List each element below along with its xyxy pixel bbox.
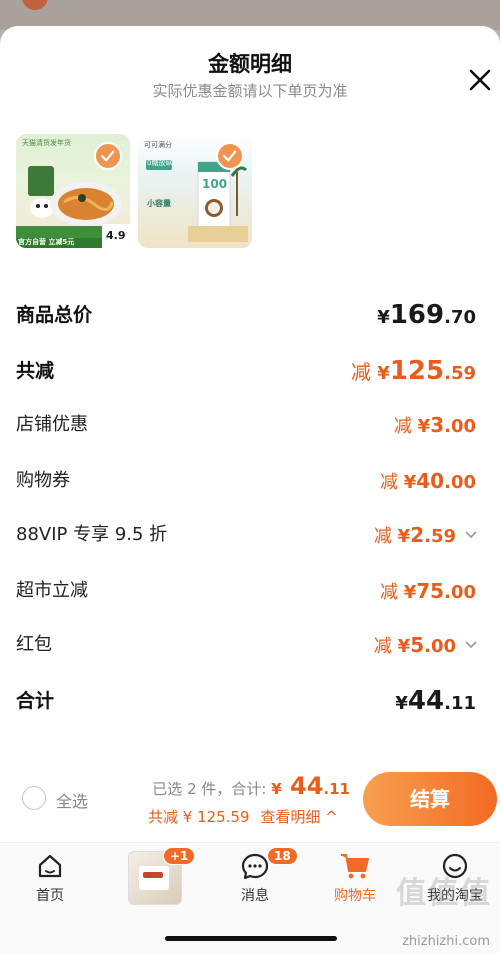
- product-top-text: 天猫清货发年货: [22, 139, 71, 147]
- home-icon: [38, 854, 62, 878]
- selected-summary: 已选 2 件，合计: ¥ 44.11: [152, 772, 350, 800]
- tab-label: 购物车: [334, 888, 376, 904]
- watermark-text: zhizhizhi.com: [402, 934, 490, 949]
- row-amount: 减 ¥75.00: [380, 579, 476, 603]
- watermark-logo: 值值值: [396, 876, 492, 911]
- row-amount: 减 ¥40.00: [380, 469, 476, 493]
- row-supermarket-discount: 超市立减 减 ¥75.00: [16, 574, 478, 608]
- cart-add-badge: +1: [163, 847, 196, 865]
- row-amount: 减 ¥125.59: [350, 356, 476, 386]
- product-brand: 可可满分: [144, 141, 172, 149]
- tab-cart[interactable]: 购物车: [305, 843, 405, 923]
- sheet-title: 金额明细: [208, 52, 292, 76]
- row-amount: ¥44.11: [395, 686, 476, 716]
- row-amount: 减 ¥3.00: [393, 413, 476, 437]
- discount-text: 共减 ¥ 125.59: [148, 808, 250, 826]
- coconut-milk-carton-image: 100: [188, 161, 248, 242]
- product-tag-zero-sugar: 0糖放纵: [147, 159, 173, 167]
- pasta-dish-image: [28, 166, 122, 226]
- product-tag-small-size: 小容量: [147, 199, 171, 208]
- close-icon[interactable]: [466, 66, 494, 94]
- row-shopping-voucher: 购物券 减 ¥40.00: [16, 464, 478, 498]
- background-avatar: [22, 0, 48, 10]
- row-label: 88VIP 专享 9.5 折: [16, 524, 168, 545]
- amount-detail-sheet: 金额明细 实际优惠金额请以下单页为准 天猫清货发年货 官方自营 立减5元 4.9…: [0, 26, 500, 953]
- chevron-down-icon[interactable]: [464, 529, 478, 541]
- cart-total-amount: ¥ 44.11: [271, 772, 350, 800]
- sheet-subtitle: 实际优惠金额请以下单页为准: [152, 82, 348, 100]
- row-label: 店铺优惠: [16, 414, 88, 435]
- product-banner: 官方自营 立减5元: [18, 238, 75, 246]
- selected-count-text: 已选 2 件，合计:: [152, 780, 267, 798]
- row-label: 红包: [16, 634, 52, 655]
- row-goods-total: 商品总价 ¥169.70: [16, 298, 478, 332]
- message-icon: [241, 853, 269, 880]
- tab-label: 消息: [241, 888, 269, 904]
- checkmark-icon[interactable]: [94, 142, 122, 170]
- row-total-discount: 共减 减 ¥125.59: [16, 354, 478, 388]
- tab-messages[interactable]: 18 消息: [205, 843, 305, 923]
- row-label: 共减: [16, 360, 55, 382]
- product-thumbnail[interactable]: 天猫清货发年货 官方自营 立减5元 4.9: [16, 134, 130, 248]
- discount-summary: 共减 ¥ 125.59 查看明细 ^: [148, 806, 338, 827]
- row-red-packet[interactable]: 红包 减 ¥5.00: [16, 628, 478, 662]
- tab-promo-product[interactable]: +1: [105, 843, 205, 923]
- row-label: 购物券: [16, 470, 70, 491]
- cart-icon: [341, 854, 369, 879]
- row-amount: 减 ¥2.59: [373, 523, 456, 547]
- view-detail-link[interactable]: 查看明细 ^: [260, 808, 337, 826]
- home-indicator: [165, 936, 337, 941]
- row-label: 合计: [16, 690, 55, 712]
- messages-badge: 18: [267, 847, 298, 865]
- row-88vip-discount[interactable]: 88VIP 专享 9.5 折 减 ¥2.59: [16, 518, 478, 552]
- row-amount: 减 ¥5.00: [373, 633, 456, 657]
- tab-home[interactable]: 首页: [0, 843, 100, 923]
- select-all-label[interactable]: 全选: [56, 788, 88, 812]
- chevron-down-icon[interactable]: [464, 639, 478, 651]
- select-all-checkbox[interactable]: [22, 786, 46, 810]
- row-store-discount: 店铺优惠 减 ¥3.00: [16, 408, 478, 442]
- checkout-button[interactable]: 结算: [363, 772, 497, 826]
- row-label: 超市立减: [16, 580, 88, 601]
- price-badge: 4.9: [106, 229, 126, 242]
- row-amount: ¥169.70: [377, 300, 476, 330]
- checkmark-icon[interactable]: [216, 142, 244, 170]
- row-label: 商品总价: [16, 304, 93, 326]
- svg-text:100: 100: [202, 177, 227, 191]
- product-thumbnail[interactable]: 可可满分 0糖放纵 小容量 100: [138, 134, 252, 248]
- tab-label: 首页: [36, 888, 64, 904]
- row-grand-total: 合计 ¥44.11: [16, 684, 478, 718]
